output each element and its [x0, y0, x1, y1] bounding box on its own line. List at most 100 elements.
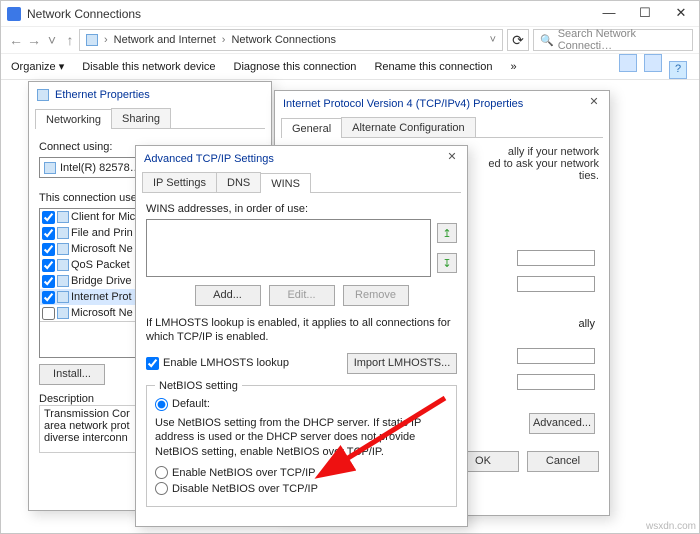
list-item-label: Microsoft Ne: [71, 243, 133, 255]
netbios-disable-radio[interactable]: Disable NetBIOS over TCP/IP: [155, 482, 448, 495]
close-button[interactable]: ✕: [663, 1, 699, 25]
netbios-default-desc: Use NetBIOS setting from the DHCP server…: [155, 416, 448, 461]
minimize-button[interactable]: —: [591, 1, 627, 25]
wins-addresses-label: WINS addresses, in order of use:: [146, 203, 457, 215]
netbios-legend: NetBIOS setting: [155, 380, 242, 392]
wins-list[interactable]: [146, 219, 431, 277]
nav-back-button[interactable]: ←: [7, 32, 25, 48]
list-item-label: Bridge Drive: [71, 275, 132, 287]
nav-forward-button[interactable]: →: [25, 32, 43, 48]
enable-lmhosts-input[interactable]: [146, 357, 159, 370]
dialog-title: Ethernet Properties: [55, 89, 150, 101]
address-bar: ← → ˅ ↑ › Network and Internet › Network…: [1, 26, 699, 54]
item-checkbox[interactable]: [42, 259, 55, 272]
protocol-icon: [57, 307, 69, 319]
breadcrumb[interactable]: › Network and Internet › Network Connect…: [79, 29, 503, 51]
watermark: wsxdn.com: [646, 521, 696, 532]
item-checkbox[interactable]: [42, 291, 55, 304]
tab-alternate[interactable]: Alternate Configuration: [341, 117, 476, 137]
netbios-default-label: Default:: [172, 398, 210, 410]
netbios-enable-input[interactable]: [155, 466, 168, 479]
nav-up-button[interactable]: ↑: [61, 32, 79, 48]
netbios-disable-label: Disable NetBIOS over TCP/IP: [172, 483, 318, 495]
refresh-button[interactable]: ⟳: [507, 29, 529, 51]
tab-ip-settings[interactable]: IP Settings: [142, 172, 217, 192]
netbios-group: NetBIOS setting Default: Use NetBIOS set…: [146, 380, 457, 508]
cmd-organize[interactable]: Organize ▾: [11, 60, 64, 73]
move-down-button[interactable]: ↧: [437, 253, 457, 273]
tab-wins[interactable]: WINS: [260, 173, 311, 193]
ipv4-icon: [57, 291, 69, 303]
enable-lmhosts-label: Enable LMHOSTS lookup: [163, 357, 289, 369]
breadcrumb-part-2[interactable]: Network Connections: [231, 34, 336, 46]
item-checkbox[interactable]: [42, 227, 55, 240]
tab-sharing[interactable]: Sharing: [111, 108, 171, 128]
close-icon[interactable]: ✕: [585, 95, 603, 113]
item-checkbox[interactable]: [42, 211, 55, 224]
remove-button[interactable]: Remove: [343, 285, 409, 306]
move-up-button[interactable]: ↥: [437, 223, 457, 243]
list-item-label: Internet Prot: [71, 291, 132, 303]
advanced-button[interactable]: Advanced...: [529, 413, 595, 434]
cmd-rename[interactable]: Rename this connection: [374, 61, 492, 73]
ip-field[interactable]: [517, 250, 595, 266]
dialog-icon: [37, 89, 49, 101]
list-item-label: QoS Packet: [71, 259, 130, 271]
breadcrumb-part-1[interactable]: Network and Internet: [114, 34, 216, 46]
breadcrumb-sep: ›: [104, 34, 108, 46]
layout-icon: [619, 54, 637, 72]
maximize-button[interactable]: ☐: [627, 1, 663, 25]
netbios-default-radio[interactable]: Default:: [155, 398, 210, 411]
adapter-icon: [44, 162, 56, 174]
breadcrumb-icon: [86, 34, 98, 46]
window-title: Network Connections: [27, 7, 141, 21]
dialog-title: Advanced TCP/IP Settings: [144, 153, 274, 165]
netbios-default-input[interactable]: [155, 398, 168, 411]
lmhosts-note: If LMHOSTS lookup is enabled, it applies…: [146, 316, 457, 345]
install-button[interactable]: Install...: [39, 364, 105, 385]
netbios-enable-radio[interactable]: Enable NetBIOS over TCP/IP: [155, 466, 448, 479]
tab-general[interactable]: General: [281, 118, 342, 138]
qos-icon: [57, 259, 69, 271]
item-checkbox[interactable]: [42, 243, 55, 256]
help-icon: ?: [669, 61, 687, 79]
advanced-tcpip-dialog: Advanced TCP/IP Settings ✕ IP Settings D…: [135, 145, 468, 527]
ip-field[interactable]: [517, 348, 595, 364]
app-icon: [7, 7, 21, 21]
protocol-icon: [57, 243, 69, 255]
edit-button[interactable]: Edit...: [269, 285, 335, 306]
enable-lmhosts-checkbox[interactable]: Enable LMHOSTS lookup: [146, 357, 289, 370]
view-icons[interactable]: ?: [617, 54, 689, 79]
ip-field[interactable]: [517, 374, 595, 390]
item-checkbox[interactable]: [42, 307, 55, 320]
command-bar: Organize ▾ Disable this network device D…: [1, 54, 699, 80]
arrow-up-icon: ↥: [442, 227, 451, 240]
list-item-label: File and Prin: [71, 227, 133, 239]
tab-networking[interactable]: Networking: [35, 109, 112, 129]
list-item-label: Client for Mic: [71, 211, 135, 223]
breadcrumb-dropdown[interactable]: ˅: [490, 34, 496, 46]
netbios-enable-label: Enable NetBIOS over TCP/IP: [172, 467, 315, 479]
cmd-more[interactable]: »: [510, 61, 516, 73]
close-icon[interactable]: ✕: [443, 150, 461, 168]
list-item-label: Microsoft Ne: [71, 307, 133, 319]
cancel-button[interactable]: Cancel: [527, 451, 599, 472]
cmd-diagnose[interactable]: Diagnose this connection: [234, 61, 357, 73]
file-share-icon: [57, 227, 69, 239]
item-checkbox[interactable]: [42, 275, 55, 288]
cmd-disable-device[interactable]: Disable this network device: [82, 61, 215, 73]
preview-icon: [644, 54, 662, 72]
bridge-icon: [57, 275, 69, 287]
nav-dropdown-button[interactable]: ˅: [43, 32, 61, 48]
search-input[interactable]: 🔍 Search Network Connecti…: [533, 29, 693, 51]
import-lmhosts-button[interactable]: Import LMHOSTS...: [347, 353, 457, 374]
adapter-name: Intel(R) 82578…: [60, 162, 141, 174]
search-placeholder: Search Network Connecti…: [558, 28, 686, 52]
add-button[interactable]: Add...: [195, 285, 261, 306]
ip-field[interactable]: [517, 276, 595, 292]
client-icon: [57, 211, 69, 223]
netbios-disable-input[interactable]: [155, 482, 168, 495]
tab-dns[interactable]: DNS: [216, 172, 261, 192]
dialog-title: Internet Protocol Version 4 (TCP/IPv4) P…: [283, 98, 523, 110]
breadcrumb-sep: ›: [222, 34, 226, 46]
